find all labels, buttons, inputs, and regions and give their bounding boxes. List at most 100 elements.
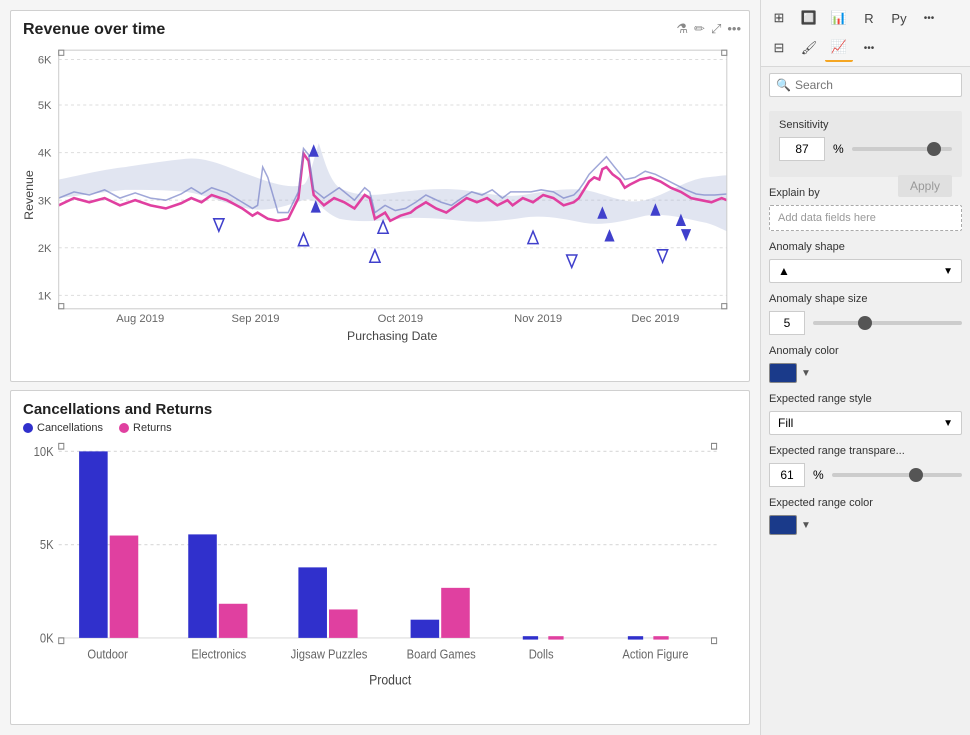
panel-content: Sensitivity % Apply Explain by Add data … [761,103,970,735]
toolbar-btn-more-1[interactable]: ••• [915,4,943,32]
svg-text:Sep 2019: Sep 2019 [232,313,280,325]
filter-icon[interactable]: ⚗ [676,21,688,37]
svg-text:1K: 1K [38,290,52,302]
right-panel: ⊞ 🔲 📊 R Py ••• ⊟ 🖌 📈 ••• 🔍 Sensitivity % [760,0,970,735]
anomaly-shape-dropdown[interactable]: ▲ ▼ [769,259,962,283]
main-area: Revenue over time ⚗ ✏ ⤢ ••• 6K 5K 4K 3K … [0,0,760,735]
sensitivity-section: Sensitivity % Apply [769,111,962,177]
toolbar-top: ⊞ 🔲 📊 R Py ••• ⊟ 🖌 📈 ••• [761,0,970,67]
expected-range-transparency-input[interactable] [769,463,805,487]
toolbar-row-2: ⊟ 🖌 📈 ••• [765,34,966,62]
expected-range-color-row: ▼ [769,515,962,535]
expected-range-color-section: Expected range color ▼ [769,497,962,535]
explain-by-field[interactable]: Add data fields here [769,205,962,231]
svg-text:5K: 5K [40,538,54,553]
expected-range-color-label: Expected range color [769,497,962,509]
anomaly-color-swatch[interactable] [769,363,797,383]
legend-cancellations-dot [23,423,33,433]
expected-range-style-dropdown[interactable]: Fill ▼ [769,411,962,435]
anomaly-color-label: Anomaly color [769,345,962,357]
toolbar-btn-more-2[interactable]: ••• [855,34,883,62]
anomaly-color-row: ▼ [769,363,962,383]
svg-text:10K: 10K [34,444,54,459]
transparency-slider-track[interactable] [832,473,962,477]
expected-range-color-arrow[interactable]: ▼ [801,520,811,531]
legend-cancellations-label: Cancellations [37,422,103,434]
legend-cancellations: Cancellations [23,422,103,434]
toolbar-btn-1[interactable]: ⊞ [765,4,793,32]
toolbar-btn-5[interactable]: Py [885,4,913,32]
svg-text:Purchasing Date: Purchasing Date [347,329,438,343]
sensitivity-slider-track[interactable] [852,147,952,151]
bar-chart-svg-container: 10K 5K 0K [23,440,737,730]
expected-range-color-swatch[interactable] [769,515,797,535]
toolbar-btn-6[interactable]: ⊟ [765,34,793,62]
search-icon: 🔍 [776,78,791,92]
anomaly-size-slider-track[interactable] [813,321,962,325]
toolbar-btn-4[interactable]: R [855,4,883,32]
svg-text:Board Games: Board Games [407,647,476,662]
expected-range-transparency-section: Expected range transpare... % [769,445,962,487]
anomaly-shape-size-row [769,311,962,335]
anomaly-size-slider-thumb[interactable] [858,316,872,330]
svg-text:Dec 2019: Dec 2019 [631,313,679,325]
svg-text:2K: 2K [38,243,52,255]
line-chart-title: Revenue over time [23,21,737,39]
expected-range-transparency-row: % [769,463,962,487]
svg-text:Oct 2019: Oct 2019 [378,313,423,325]
svg-text:Nov 2019: Nov 2019 [514,313,562,325]
anomaly-shape-size-section: Anomaly shape size [769,293,962,335]
transparency-slider-thumb[interactable] [909,468,923,482]
edit-icon[interactable]: ✏ [694,21,705,37]
anomaly-shape-section: Anomaly shape ▲ ▼ [769,241,962,283]
svg-text:Electronics: Electronics [191,647,246,662]
svg-text:Aug 2019: Aug 2019 [116,313,164,325]
bar-chart-legend: Cancellations Returns [23,422,737,434]
apply-button[interactable]: Apply [898,175,952,197]
svg-text:Product: Product [369,672,412,688]
svg-text:4K: 4K [38,148,52,160]
search-input[interactable] [795,78,955,92]
bar-chart-panel: Cancellations and Returns Cancellations … [10,390,750,725]
sensitivity-row: % [779,137,952,161]
toolbar-btn-2[interactable]: 🔲 [795,4,823,32]
svg-text:Revenue: Revenue [23,170,36,220]
chart-toolbar: ⚗ ✏ ⤢ ••• [676,21,741,37]
toolbar-btn-7[interactable]: 🖌 [795,34,823,62]
expected-range-style-label: Expected range style [769,393,962,405]
toolbar-btn-3[interactable]: 📊 [825,4,853,32]
toolbar-row-1: ⊞ 🔲 📊 R Py ••• [765,4,966,32]
bar-chart-title: Cancellations and Returns [23,401,737,418]
expected-range-transparency-label: Expected range transpare... [769,445,962,457]
legend-returns-label: Returns [133,422,172,434]
svg-text:Jigsaw Puzzles: Jigsaw Puzzles [291,647,368,662]
sensitivity-input[interactable] [779,137,825,161]
anomaly-shape-label: Anomaly shape [769,241,962,253]
anomaly-color-arrow[interactable]: ▼ [801,368,811,379]
svg-text:5K: 5K [38,100,52,112]
search-box[interactable]: 🔍 [769,73,962,97]
line-chart-svg-container: 6K 5K 4K 3K 2K 1K [23,45,737,345]
svg-text:Dolls: Dolls [529,647,554,662]
toolbar-btn-analytics[interactable]: 📈 [825,34,853,62]
more-icon[interactable]: ••• [727,21,741,37]
legend-returns: Returns [119,422,172,434]
expand-icon[interactable]: ⤢ [711,21,721,37]
sensitivity-unit: % [833,142,844,156]
legend-returns-dot [119,423,129,433]
anomaly-shape-value: ▲ [778,264,790,278]
svg-text:6K: 6K [38,55,52,67]
expected-range-transparency-unit: % [813,468,824,482]
expected-range-style-section: Expected range style Fill ▼ [769,393,962,435]
svg-text:0K: 0K [40,631,54,646]
expected-range-style-chevron: ▼ [943,418,953,429]
anomaly-color-section: Anomaly color ▼ [769,345,962,383]
sensitivity-slider-thumb[interactable] [927,142,941,156]
svg-text:Outdoor: Outdoor [87,647,128,662]
anomaly-shape-chevron: ▼ [943,266,953,277]
expected-range-style-value: Fill [778,416,793,430]
line-chart-panel: Revenue over time ⚗ ✏ ⤢ ••• 6K 5K 4K 3K … [10,10,750,382]
anomaly-shape-size-label: Anomaly shape size [769,293,962,305]
svg-text:Action Figure: Action Figure [622,647,688,662]
anomaly-shape-size-input[interactable] [769,311,805,335]
